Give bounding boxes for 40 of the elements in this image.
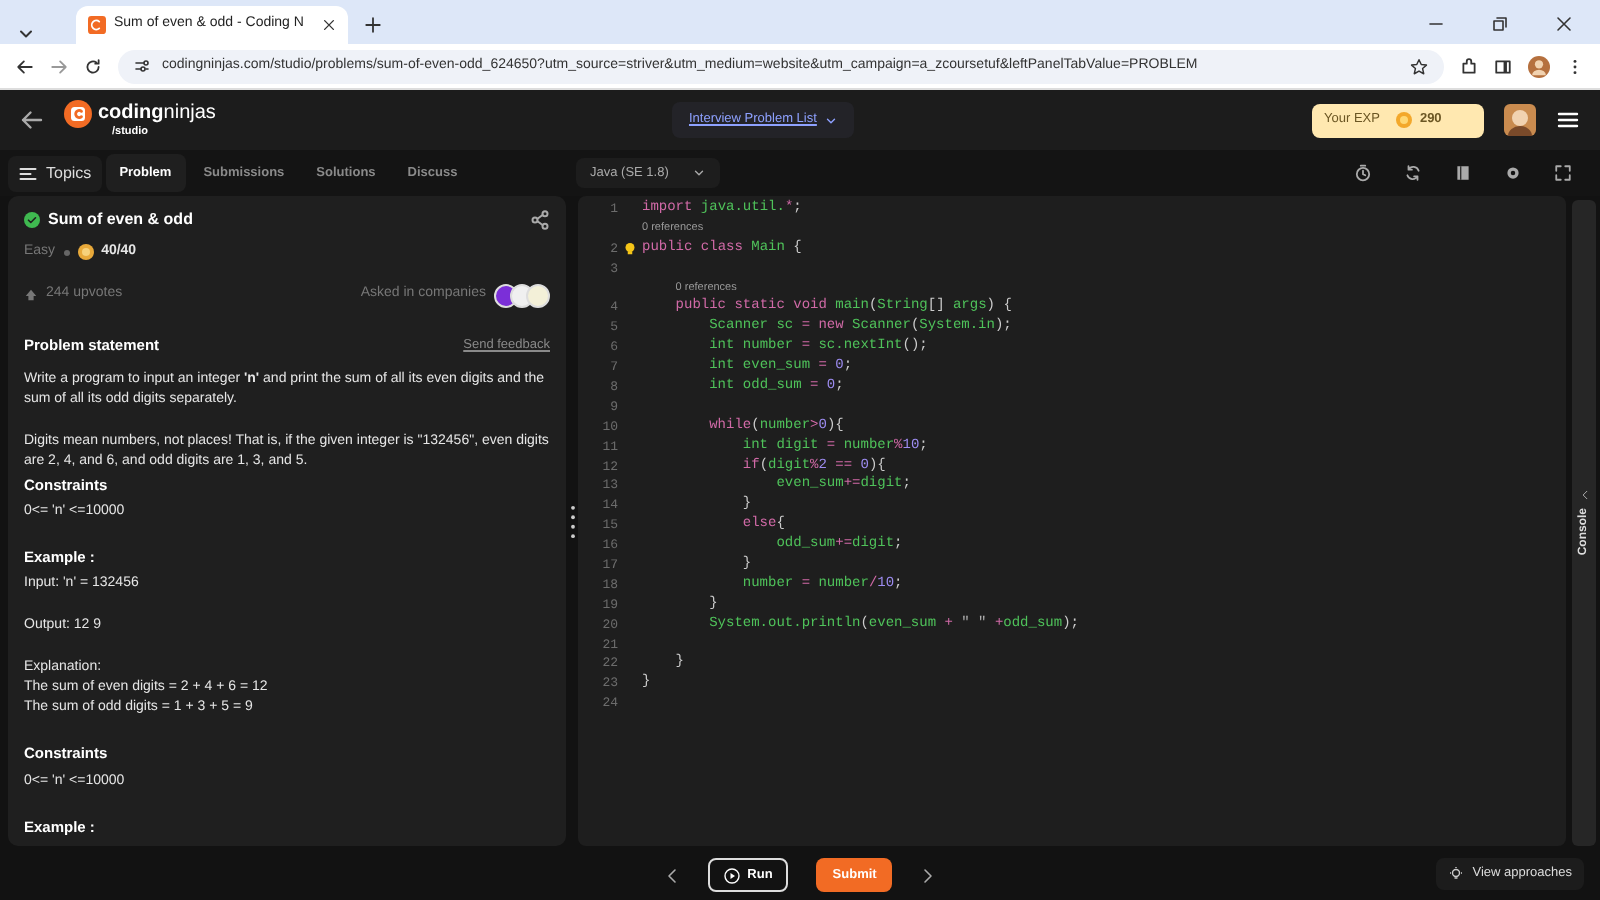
menu-icon[interactable] [1556,108,1580,132]
close-icon[interactable] [1556,16,1572,32]
company-logo [526,283,550,307]
forward-icon[interactable] [50,57,68,75]
fullscreen-icon[interactable] [1554,164,1572,182]
coin-icon [77,244,94,261]
refresh-icon[interactable] [1404,164,1422,182]
play-icon [723,867,740,883]
topics-button[interactable]: Topics [8,155,102,191]
site-info-icon[interactable] [134,58,150,74]
site-favicon-icon [88,16,106,34]
extensions-icon[interactable] [1460,57,1478,75]
side-panel-icon[interactable] [1494,57,1512,75]
timer-icon[interactable] [1354,164,1372,182]
problem-title: Sum of even & odd [48,208,193,232]
chevron-right-icon[interactable] [920,867,937,883]
reload-icon[interactable] [84,57,102,75]
close-icon[interactable] [322,18,336,32]
menu-icon [18,163,38,183]
back-icon[interactable] [20,108,44,132]
book-icon[interactable] [1454,164,1472,182]
lightbulb-icon[interactable] [624,242,636,257]
new-tab-icon[interactable] [364,16,382,34]
chevron-left-icon[interactable] [663,867,680,883]
share-icon[interactable] [530,210,550,230]
restore-icon[interactable] [1492,16,1508,32]
caret-icon [824,113,839,127]
separator-dot-icon [63,249,70,256]
lightbulb-icon [1448,865,1465,882]
settings-icon[interactable] [1504,164,1522,182]
caret-icon [692,166,707,180]
avatar-icon[interactable] [1504,104,1536,136]
chevron-left-icon [1579,490,1589,501]
upvote-icon[interactable] [24,288,38,302]
logo-icon [64,100,92,129]
back-icon[interactable] [16,57,34,75]
drag-handle-icon[interactable] [569,503,575,539]
logo-text: codingninjas [98,104,216,125]
coin-icon [1395,112,1412,128]
star-icon[interactable] [1410,57,1428,75]
